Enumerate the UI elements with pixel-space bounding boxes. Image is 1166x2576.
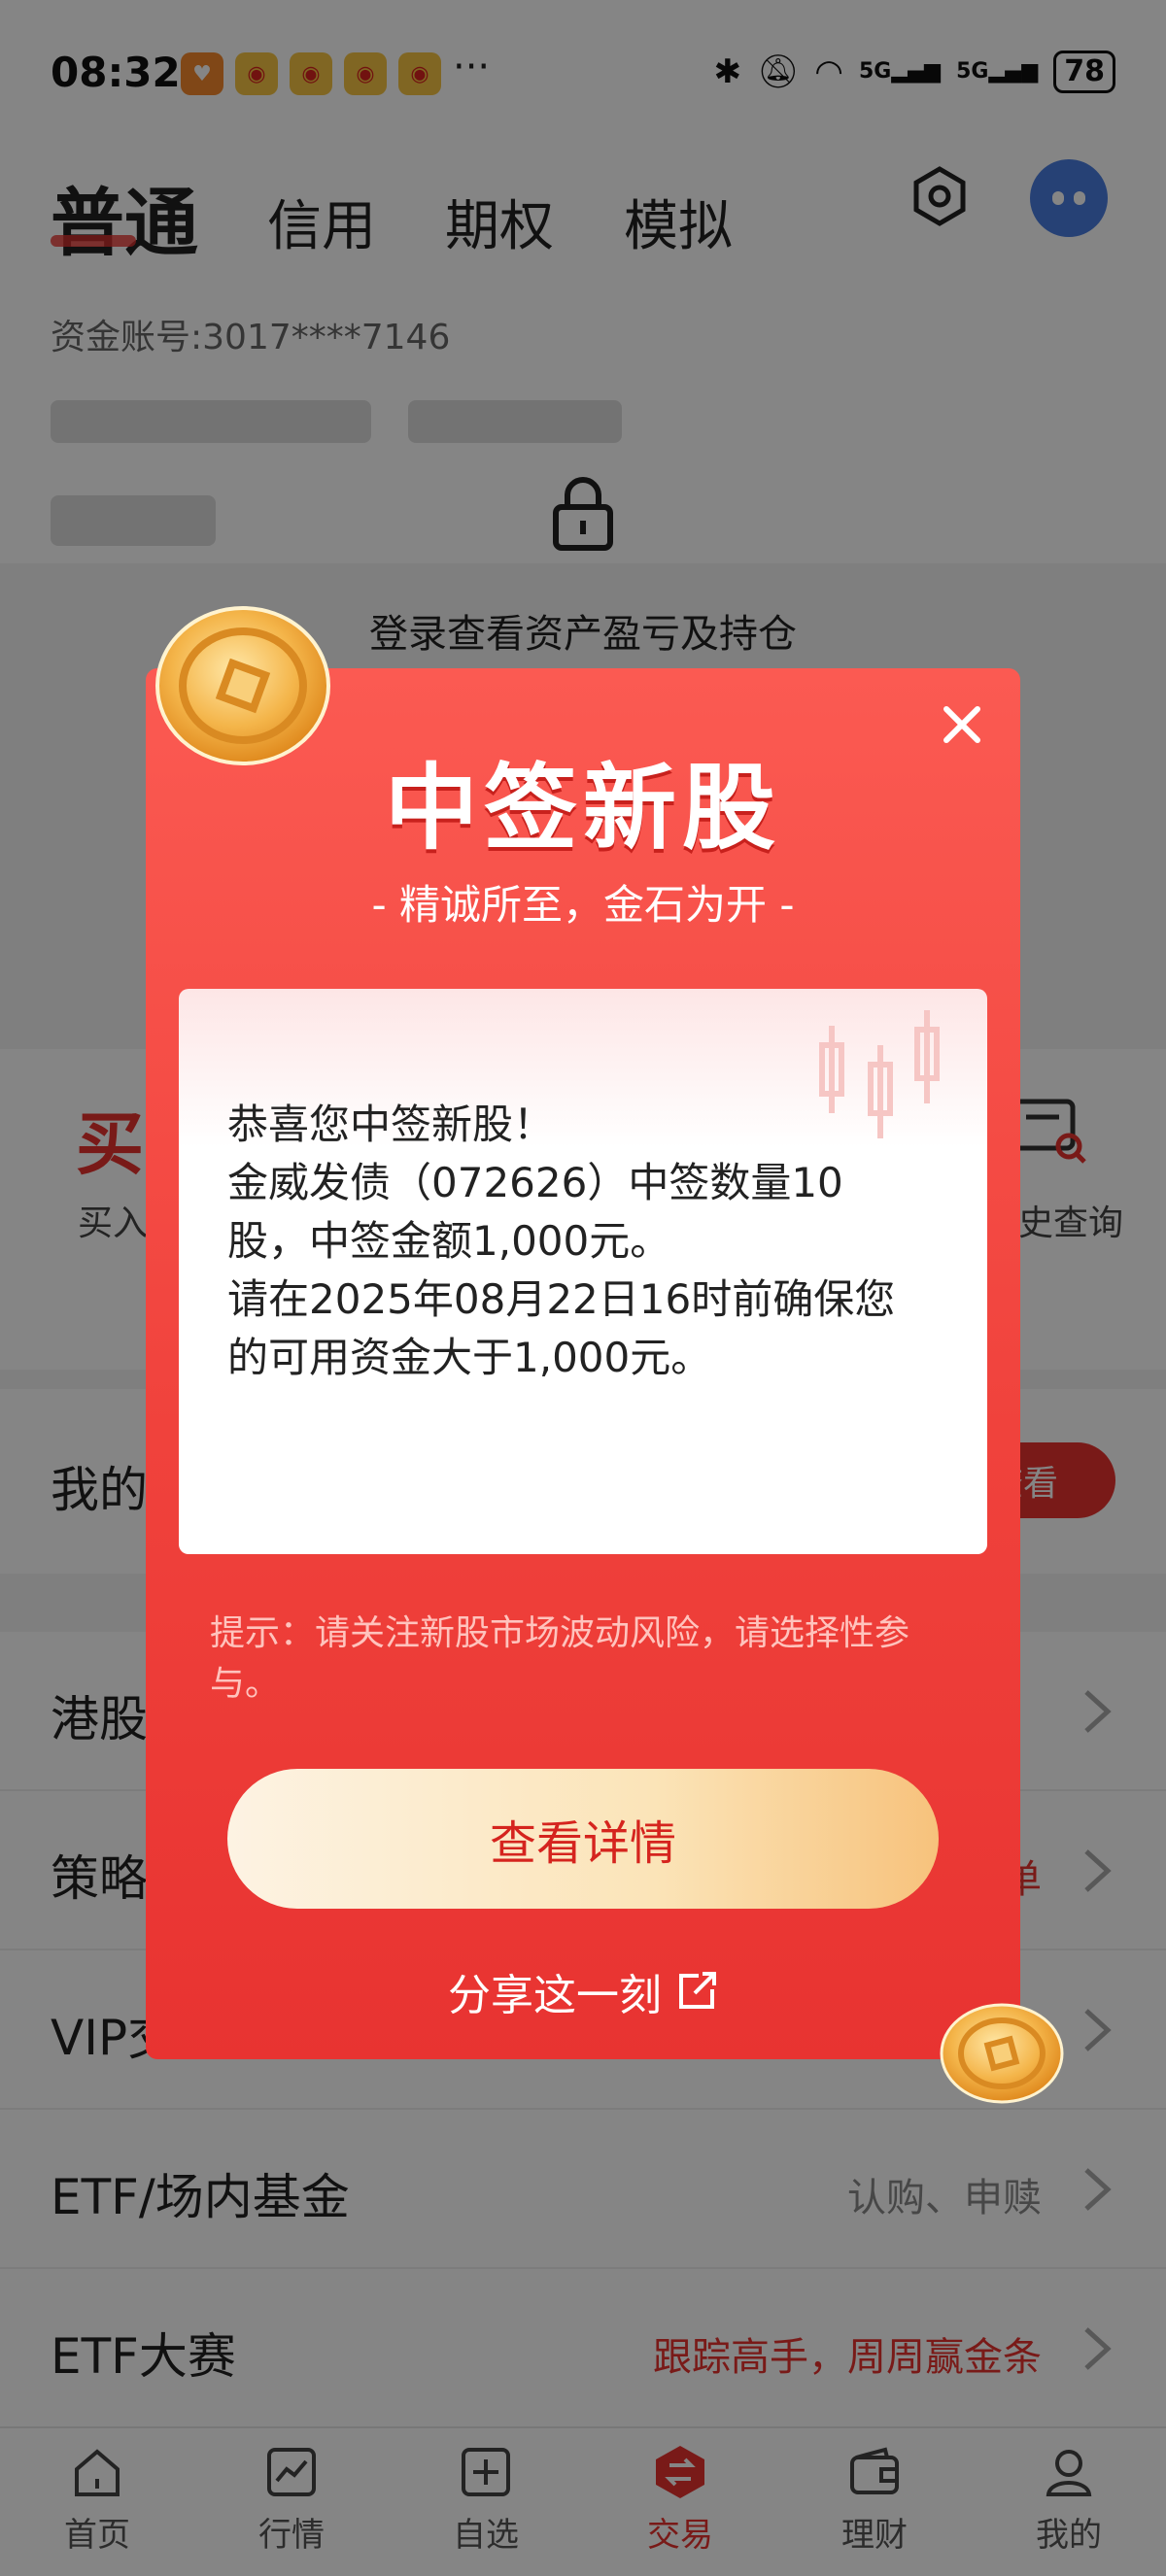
message-line: 金威发债（072626）中签数量10 — [227, 1159, 843, 1206]
coin-icon — [155, 606, 330, 765]
view-details-button[interactable]: 查看详情 — [227, 1769, 939, 1909]
message-line: 的可用资金大于1,000元。 — [227, 1334, 712, 1381]
share-label: 分享这一刻 — [448, 1971, 662, 2020]
dialog-subtitle: - 精诚所至，金石为开 - — [371, 881, 795, 929]
risk-tip: 提示：请关注新股市场波动风险，请选择性参与。 — [210, 1613, 910, 1704]
coin-icon — [940, 2003, 1064, 2104]
message-line: 股，中签金额1,000元。 — [227, 1217, 671, 1265]
message-line: 请在2025年08月22日16时前确保您 — [227, 1275, 896, 1323]
share-button[interactable]: 分享这一刻 — [146, 1960, 1020, 2022]
candlestick-decoration-icon — [819, 1010, 940, 1138]
share-icon — [679, 1972, 716, 2009]
message-box: 恭喜您中签新股！ 金威发债（072626）中签数量10 股，中签金额1,000元… — [179, 989, 987, 1554]
ipo-win-dialog: 中签新股 - 精诚所至，金石为开 - 恭喜您中签新股！ 金威发债（072626）… — [146, 668, 1020, 2059]
message-line: 恭喜您中签新股！ — [227, 1101, 555, 1148]
